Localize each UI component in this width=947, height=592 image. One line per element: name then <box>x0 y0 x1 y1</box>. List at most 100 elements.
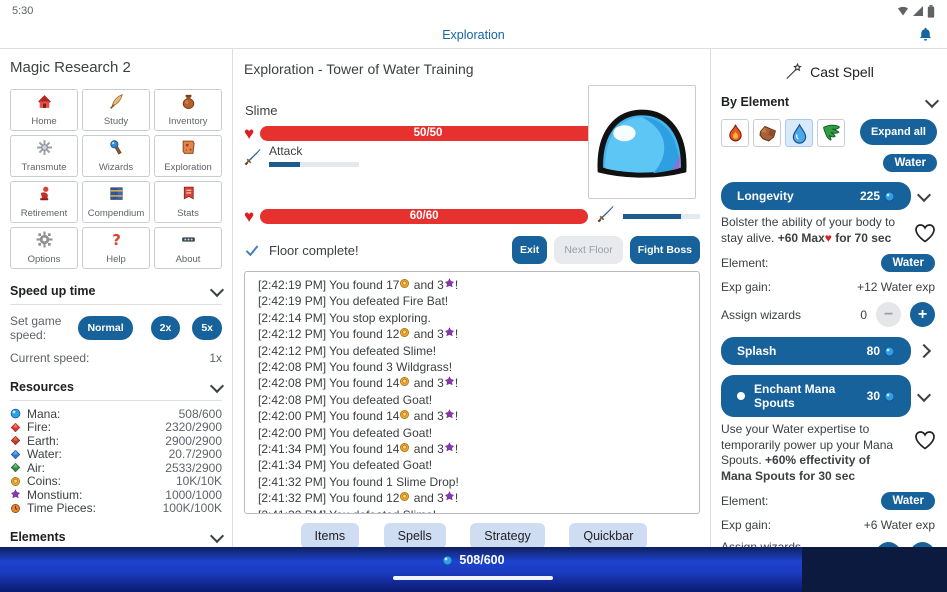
exp-gain-value: +12 Water exp <box>857 280 935 294</box>
set-game-speed-row: Set game speed: Normal2x5x <box>10 314 222 342</box>
log-entry: [2:42:19 PM] You found 17 and 3! <box>258 277 686 293</box>
resource-value: 10K/10K <box>176 474 222 488</box>
mana-icon <box>884 391 895 402</box>
element-filter-fire[interactable] <box>721 119 749 147</box>
wizards-icon <box>108 139 125 156</box>
menu-item-inventory[interactable]: Inventory <box>154 89 222 131</box>
exploration-panel: Exploration - Tower of Water Training Sl… <box>234 49 710 547</box>
menu-item-compendium[interactable]: Compendium <box>82 181 150 223</box>
main-menu: HomeStudy Inventory Transmute WizardsExplor… <box>10 89 222 269</box>
spell-name: Splash <box>737 344 776 358</box>
log-entry: [2:42:00 PM] You defeated Goat! <box>258 425 686 441</box>
element-filter-air[interactable] <box>817 119 845 147</box>
left-sidebar: Magic Research 2 HomeStudyInventoryTrans… <box>0 49 233 547</box>
monstium-small-icon <box>444 376 455 387</box>
tab-items[interactable]: Items <box>301 523 360 547</box>
by-element-header[interactable]: By Element <box>721 95 937 109</box>
assign-wizards-row: Assign wizards0−+ <box>721 302 937 327</box>
next-floor-button[interactable]: Next Floor <box>554 236 622 264</box>
speed-button-2x[interactable]: 2x <box>151 316 181 340</box>
inventory-icon <box>180 93 197 110</box>
menu-item-transmute[interactable]: Transmute <box>10 135 78 177</box>
tab-spells[interactable]: Spells <box>384 523 446 547</box>
expand-all-button[interactable]: Expand all <box>860 119 937 145</box>
section-resources[interactable]: Resources <box>10 378 222 401</box>
game-page: 5:30 Exploration Magic Research 2 HomeSt… <box>0 0 947 592</box>
enemy-portrait <box>588 85 696 199</box>
home-indicator[interactable] <box>393 576 553 580</box>
speed-button-5x[interactable]: 5x <box>192 316 222 340</box>
cellular-icon <box>912 5 924 17</box>
section-elements[interactable]: Elements <box>10 528 222 547</box>
menu-item-about[interactable]: About <box>154 227 222 269</box>
transmute-icon <box>36 139 53 156</box>
chevron-down-icon[interactable] <box>911 393 937 400</box>
resource-value: 2320/2900 <box>165 420 222 434</box>
menu-item-exploration[interactable]: Exploration <box>154 135 222 177</box>
current-speed-row: Current speed: 1x <box>10 351 222 365</box>
speed-section-title: Speed up time <box>10 284 95 298</box>
element-label: Element: <box>721 256 768 270</box>
resources-section-title: Resources <box>10 380 74 394</box>
chevron-down-icon[interactable] <box>911 193 937 200</box>
enemy-attack-label: Attack <box>269 144 302 158</box>
mana-bar-text: 508/600 <box>0 553 947 567</box>
check-icon <box>244 242 260 258</box>
resource-row-timepieces: Time Pieces:100K/100K <box>10 502 222 516</box>
spell-row-splash: Splash 80 <box>721 337 937 365</box>
resource-row-coins: Coins:10K/10K <box>10 475 222 489</box>
cast-spell-header: Cast Spell <box>721 62 937 81</box>
add-wizard-button[interactable]: + <box>910 302 935 327</box>
spell-name: Enchant Mana Spouts <box>754 382 867 410</box>
menu-item-label: Inventory <box>155 116 221 127</box>
menu-item-help[interactable]: ? Help <box>82 227 150 269</box>
spell-row-enchant-mana-spouts: Enchant Mana Spouts30 <box>721 375 937 417</box>
home-icon <box>36 93 53 110</box>
menu-item-study[interactable]: Study <box>82 89 150 131</box>
resource-row-air: Air:2533/2900 <box>10 461 222 475</box>
coins-icon <box>10 476 27 487</box>
section-speed-up-time[interactable]: Speed up time <box>10 282 222 305</box>
exit-button[interactable]: Exit <box>512 236 547 264</box>
stats-icon <box>180 185 197 202</box>
resource-row-fire: Fire:2320/2900 <box>10 421 222 435</box>
notification-bell-icon[interactable] <box>917 26 934 43</box>
favorite-heart-icon[interactable] <box>907 215 937 246</box>
log-entry: [2:41:32 PM] You defeated Slime! <box>258 507 686 514</box>
resource-value: 20.7/2900 <box>169 447 222 461</box>
spell-card-enchant-mana-spouts[interactable]: Enchant Mana Spouts30 <box>721 375 911 417</box>
menu-item-home[interactable]: Home <box>10 89 78 131</box>
element-filter-earth[interactable] <box>753 119 781 147</box>
spell-card-splash[interactable]: Splash 80 <box>721 337 911 365</box>
remove-wizard-button[interactable]: − <box>876 302 901 327</box>
menu-item-retirement[interactable]: Retirement <box>10 181 78 223</box>
resource-row-monstium: Monstium:1000/1000 <box>10 488 222 502</box>
menu-item-label: About <box>155 254 221 265</box>
spell-description: Bolster the ability of your body to stay… <box>721 215 907 246</box>
spell-card-longevity[interactable]: Longevity225 <box>721 182 911 210</box>
menu-item-label: Transmute <box>11 162 77 173</box>
app-bar: Exploration <box>0 22 947 49</box>
help-icon: ? <box>108 231 125 248</box>
menu-item-wizards[interactable]: Wizards <box>82 135 150 177</box>
tab-quickbar[interactable]: Quickbar <box>569 523 647 547</box>
element-filter-water[interactable] <box>785 119 813 147</box>
resources-list: Mana:508/600Fire:2320/2900Earth:2900/290… <box>10 407 222 515</box>
chevron-right-icon[interactable] <box>911 346 937 356</box>
spell-cost: 80 <box>867 344 880 358</box>
speed-button-normal[interactable]: Normal <box>78 316 132 340</box>
exploration-log[interactable]: [2:42:19 PM] You found 17 and 3![2:42:19… <box>244 271 700 514</box>
enemy-hp-value: 50/50 <box>414 127 443 139</box>
earth-essence-icon <box>10 435 27 446</box>
tab-strategy[interactable]: Strategy <box>470 523 545 547</box>
player-attack-gauge <box>623 214 700 219</box>
menu-item-label: Help <box>83 254 149 265</box>
menu-item-options[interactable]: Options <box>10 227 78 269</box>
menu-item-label: Stats <box>155 208 221 219</box>
favorite-heart-icon[interactable] <box>907 422 937 484</box>
fight-boss-button[interactable]: Fight Boss <box>630 236 700 264</box>
floor-status-text: Floor complete! <box>269 243 359 258</box>
svg-text:?: ? <box>112 231 121 248</box>
monstium-small-icon <box>444 327 455 338</box>
menu-item-stats[interactable]: Stats <box>154 181 222 223</box>
